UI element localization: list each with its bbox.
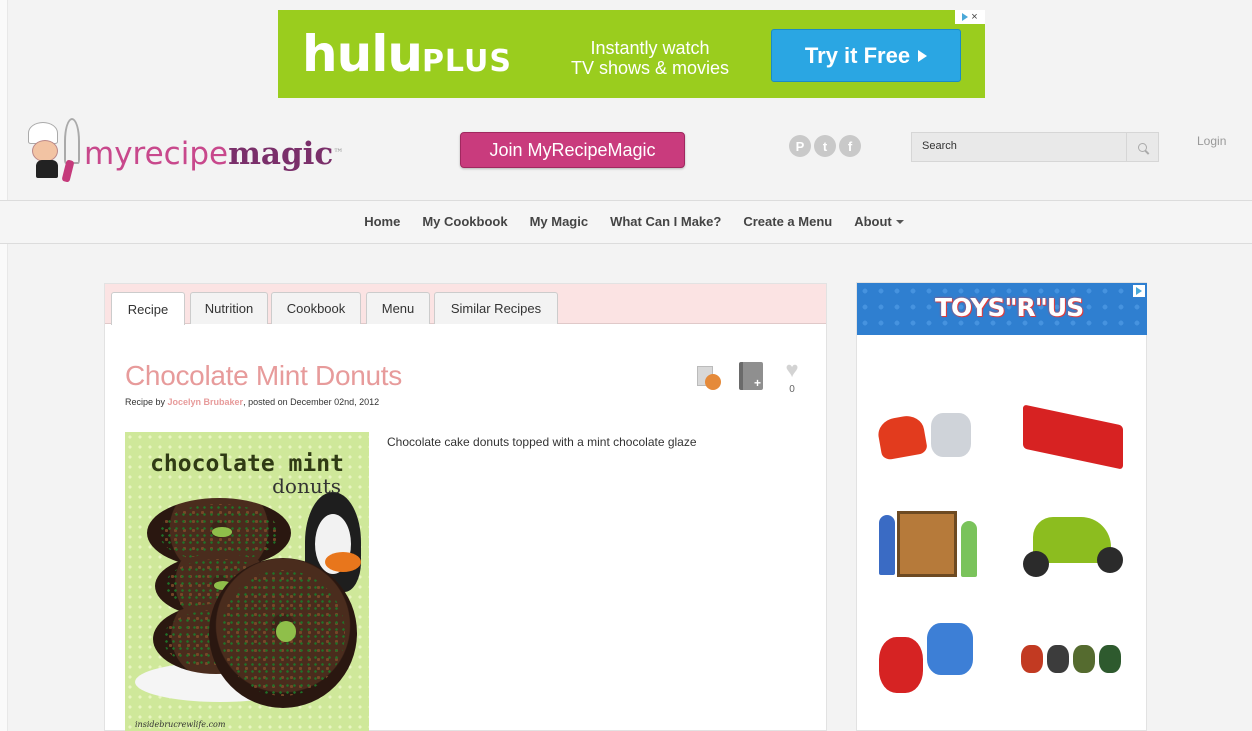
- chef-mascot-icon: [26, 118, 88, 183]
- nav-item-create-a-menu-label: Create a Menu: [743, 214, 833, 229]
- nav-item-about[interactable]: About: [843, 214, 915, 229]
- adchoices-icon: [962, 13, 969, 21]
- hulu-plus-logo: huluPLUS: [302, 24, 512, 92]
- logo-text-magic: magic: [228, 136, 334, 172]
- recipe-card: Recipe Nutrition Cookbook Menu Similar R…: [104, 283, 827, 731]
- add-to-cookbook-icon[interactable]: +: [739, 362, 763, 390]
- tab-cookbook[interactable]: Cookbook: [271, 292, 361, 324]
- ride-on-buggy-image[interactable]: [1017, 503, 1127, 583]
- adchoices-badge[interactable]: ×: [955, 10, 985, 24]
- recipe-byline: Recipe by Jocelyn Brubaker, posted on De…: [125, 397, 379, 407]
- site-logo[interactable]: myrecipemagic™: [26, 112, 343, 183]
- page-left-edge: [0, 0, 8, 731]
- facebook-icon[interactable]: f: [839, 135, 861, 157]
- toys-r-us-ad[interactable]: TOYS"R"US: [856, 282, 1147, 731]
- nav-item-my-cookbook-label: My Cookbook: [422, 214, 508, 229]
- social-links: P t f: [789, 135, 861, 157]
- recipe-tabs: Recipe Nutrition Cookbook Menu Similar R…: [105, 284, 826, 325]
- byline-prefix: Recipe by: [125, 397, 168, 407]
- author-link[interactable]: Jocelyn Brubaker: [168, 397, 244, 407]
- tab-nutrition[interactable]: Nutrition: [190, 292, 268, 324]
- play-arrow-icon: [918, 49, 928, 62]
- pinterest-icon[interactable]: P: [789, 135, 811, 157]
- search-icon: [1138, 142, 1147, 152]
- hulu-logo-plus: PLUS: [421, 44, 512, 79]
- hulu-plus-banner-ad[interactable]: huluPLUS Instantly watch TV shows & movi…: [278, 10, 985, 98]
- logo-trademark: ™: [333, 148, 344, 159]
- photo-title-text: chocolate mint: [150, 451, 344, 477]
- logo-text-myrecipe: myrecipe: [84, 136, 229, 172]
- hulu-tagline: Instantly watch TV shows & movies: [560, 38, 740, 78]
- ad-close-icon[interactable]: ×: [971, 11, 977, 23]
- search-input[interactable]: Search: [912, 133, 1128, 161]
- donut-front: [209, 558, 357, 708]
- login-link[interactable]: Login: [1197, 134, 1226, 148]
- play-kitchen-image[interactable]: [879, 505, 979, 581]
- nav-item-create-a-menu[interactable]: Create a Menu: [732, 214, 843, 229]
- nav-item-home-label: Home: [364, 214, 401, 229]
- recipe-actions: + ♥ 0: [697, 359, 807, 400]
- superhero-figures-image[interactable]: [879, 623, 979, 695]
- photo-subtitle-text: donuts: [272, 474, 341, 498]
- search-button[interactable]: [1126, 133, 1158, 161]
- adchoices-icon[interactable]: [1133, 285, 1145, 297]
- nav-item-what-can-i-make[interactable]: What Can I Make?: [599, 214, 732, 229]
- photo-credit: insidebrucrewlife.com: [135, 720, 226, 729]
- tab-menu[interactable]: Menu: [366, 292, 430, 324]
- heart-icon[interactable]: ♥: [781, 359, 803, 381]
- hulu-logo-main: hulu: [302, 25, 423, 83]
- hulu-tagline-line1: Instantly watch: [590, 38, 710, 58]
- main-nav: Home My Cookbook My Magic What Can I Mak…: [0, 200, 1252, 244]
- nav-item-my-magic[interactable]: My Magic: [519, 214, 600, 229]
- recipe-photo[interactable]: chocolate mint donuts insidebrucrewlife.…: [125, 432, 369, 731]
- tab-recipe[interactable]: Recipe: [111, 292, 185, 325]
- recipe-title: Chocolate Mint Donuts: [125, 360, 402, 391]
- byline-date: , posted on December 02nd, 2012: [243, 397, 380, 407]
- nav-item-my-magic-label: My Magic: [529, 214, 589, 229]
- nav-item-what-can-i-make-label: What Can I Make?: [610, 214, 722, 229]
- tab-similar-recipes[interactable]: Similar Recipes: [434, 292, 558, 324]
- toys-r-us-banner[interactable]: TOYS"R"US: [857, 283, 1147, 335]
- twitter-icon[interactable]: t: [814, 135, 836, 157]
- join-button[interactable]: Join MyRecipeMagic: [460, 132, 685, 168]
- toy-truck-image[interactable]: [1019, 395, 1129, 470]
- nav-item-about-label: About: [854, 214, 892, 229]
- recipe-description: Chocolate cake donuts topped with a mint…: [387, 435, 697, 449]
- hulu-tagline-line2: TV shows & movies: [570, 58, 730, 78]
- try-it-free-button[interactable]: Try it Free: [771, 29, 961, 82]
- search-box: Search: [911, 132, 1159, 162]
- nav-item-my-cookbook[interactable]: My Cookbook: [411, 214, 518, 229]
- mini-figures-image[interactable]: [1021, 639, 1125, 679]
- heart-count: 0: [789, 384, 795, 395]
- logo-wordmark: myrecipemagic™: [84, 134, 343, 174]
- chevron-down-icon: [895, 220, 904, 224]
- nutrition-apple-icon[interactable]: [697, 366, 721, 390]
- nav-item-home[interactable]: Home: [353, 214, 411, 229]
- action-figures-image[interactable]: [875, 411, 979, 461]
- toys-r-us-logo: TOYS"R"US: [935, 293, 1084, 322]
- plus-icon: +: [753, 376, 761, 390]
- try-it-free-label: Try it Free: [804, 42, 911, 68]
